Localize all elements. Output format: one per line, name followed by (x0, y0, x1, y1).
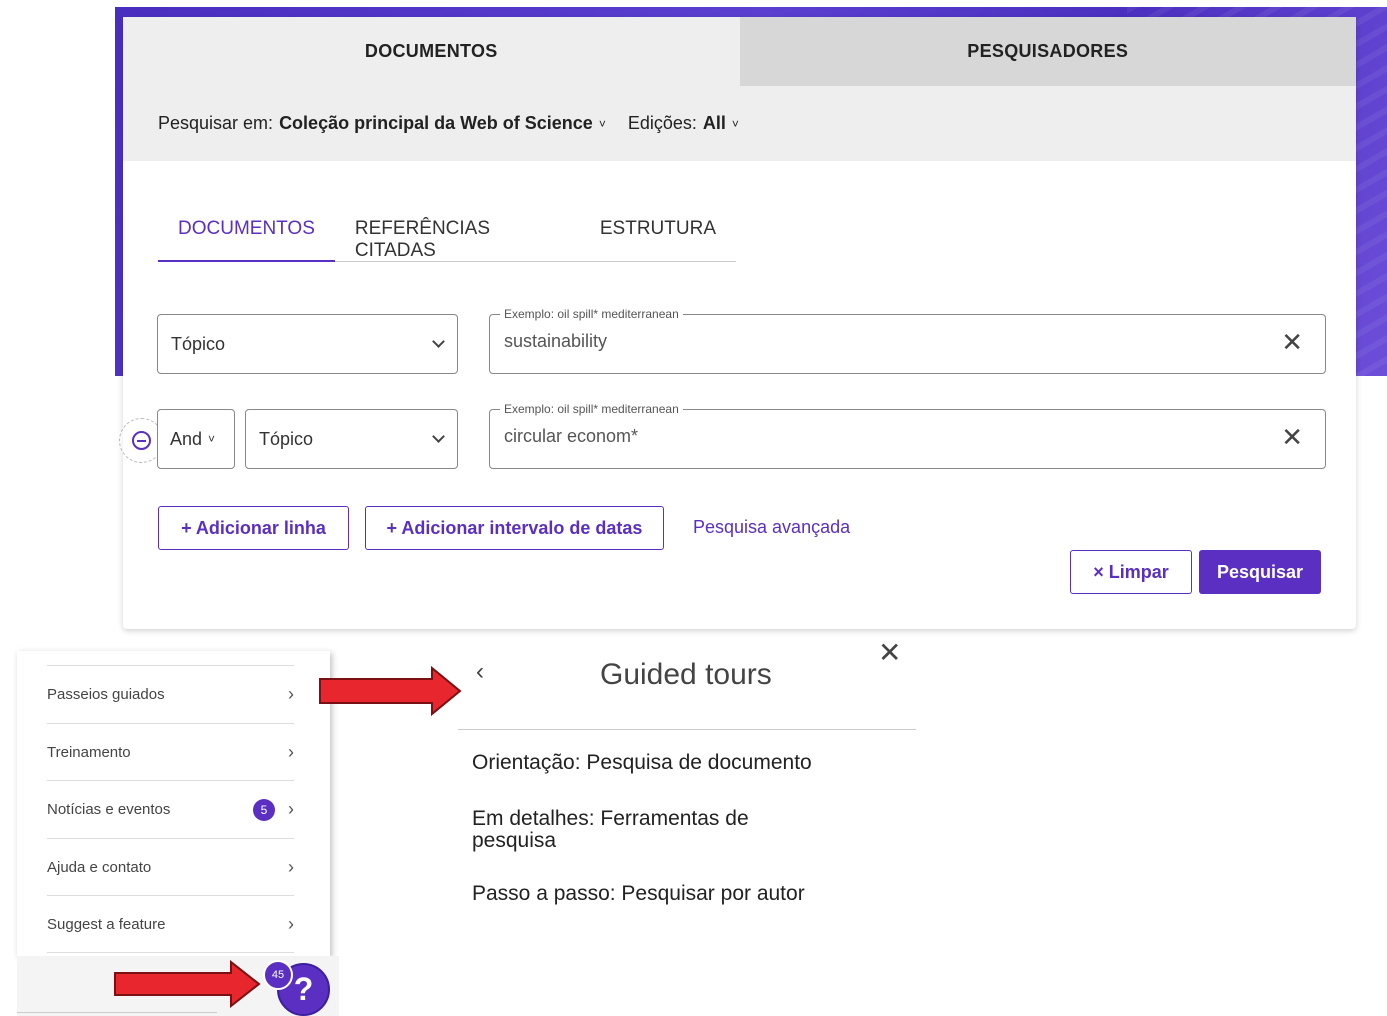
chevron-right-icon: › (288, 742, 294, 762)
tab-researchers[interactable]: PESQUISADORES (739, 17, 1356, 86)
guided-tours-panel: ‹ Guided tours ✕ Orientação: Pesquisa de… (458, 636, 918, 936)
field-select-label: Tópico (171, 333, 226, 354)
chevron-down-icon: ˅ (208, 432, 216, 446)
chevron-left-icon[interactable]: ‹ (476, 658, 484, 686)
tour-item[interactable]: Orientação: Pesquisa de documento (472, 752, 812, 774)
collection-dropdown[interactable]: Coleção principal da Web of Science (279, 113, 593, 134)
clear-button[interactable]: × Limpar (1070, 550, 1192, 594)
close-icon[interactable]: ✕ (1281, 329, 1303, 355)
chevron-right-icon: › (288, 684, 294, 704)
top-tabs: DOCUMENTOS PESQUISADORES (123, 17, 1356, 86)
divider (458, 729, 916, 730)
collection-row: Pesquisar em: Coleção principal da Web o… (123, 86, 1356, 161)
tab-structure[interactable]: ESTRUTURA (580, 202, 736, 262)
tab-cited-references[interactable]: REFERÊNCIAS CITADAS (335, 202, 580, 262)
chevron-right-icon: › (288, 913, 294, 934)
divider (17, 1012, 217, 1013)
tour-item[interactable]: Passo a passo: Pesquisar por autor (472, 883, 812, 905)
chevron-down-icon (432, 430, 445, 443)
notification-badge: 5 (253, 798, 275, 821)
search-type-tabs: DOCUMENTOS REFERÊNCIAS CITADAS ESTRUTURA (158, 202, 736, 262)
query-value: sustainability (504, 331, 608, 351)
operator-select[interactable]: And ˅ (157, 409, 235, 469)
query-placeholder: Exemplo: oil spill* mediterranean (500, 307, 683, 321)
query-placeholder: Exemplo: oil spill* mediterranean (500, 402, 683, 416)
help-item-label: Notícias e eventos (47, 801, 171, 818)
help-item-help-contact[interactable]: Ajuda e contato › (47, 838, 294, 896)
add-row-button[interactable]: + Adicionar linha (158, 506, 349, 550)
help-item-label: Passeios guiados (47, 686, 165, 703)
close-icon[interactable]: ✕ (1281, 424, 1303, 450)
chevron-down-icon: ˅ (731, 116, 739, 131)
editions-dropdown[interactable]: All (703, 113, 726, 134)
search-button[interactable]: Pesquisar (1199, 550, 1321, 594)
search-card: DOCUMENTOS PESQUISADORES Pesquisar em: C… (119, 17, 1356, 629)
query-input-row1[interactable]: Exemplo: oil spill* mediterranean sustai… (489, 307, 1326, 374)
annotation-arrow-icon (319, 666, 462, 716)
add-date-range-button[interactable]: + Adicionar intervalo de datas (365, 506, 664, 550)
editions-label: Edições: (627, 113, 697, 133)
operator-label: And (170, 428, 203, 449)
chevron-right-icon: › (288, 799, 294, 819)
help-menu: Passeios guiados › Treinamento › Notícia… (17, 651, 330, 956)
annotation-arrow-icon (114, 960, 261, 1008)
advanced-search-link[interactable]: Pesquisa avançada (693, 517, 850, 538)
help-item-news-events[interactable]: Notícias e eventos 5 › (47, 780, 294, 838)
chevron-right-icon: › (288, 857, 294, 877)
field-select-row1[interactable]: Tópico (157, 314, 458, 374)
help-item-label: Suggest a feature (47, 915, 166, 933)
close-icon[interactable]: ✕ (878, 636, 901, 669)
tab-documents-search[interactable]: DOCUMENTOS (158, 202, 335, 262)
help-item-training[interactable]: Treinamento › (47, 723, 294, 781)
help-item-label: Ajuda e contato (47, 859, 152, 876)
minus-circle-icon (132, 431, 151, 450)
help-item-suggest-feature[interactable]: Suggest a feature › (47, 895, 294, 953)
help-item-guided-tours[interactable]: Passeios guiados › (47, 665, 294, 723)
tour-title: Guided tours (600, 658, 772, 691)
query-value: circular econom* (504, 426, 639, 446)
search-in-label: Pesquisar em: (158, 113, 274, 133)
tour-item[interactable]: Em detalhes: Ferramentas de pesquisa (472, 808, 792, 852)
query-input-row2[interactable]: Exemplo: oil spill* mediterranean circul… (489, 402, 1326, 469)
tab-documents[interactable]: DOCUMENTOS (123, 17, 740, 86)
field-select-row2[interactable]: Tópico (245, 409, 458, 469)
field-select-label: Tópico (259, 428, 314, 449)
help-item-label: Treinamento (47, 744, 131, 761)
help-count-badge: 45 (263, 960, 293, 990)
chevron-down-icon (432, 335, 445, 348)
chevron-down-icon: ˅ (598, 116, 606, 131)
